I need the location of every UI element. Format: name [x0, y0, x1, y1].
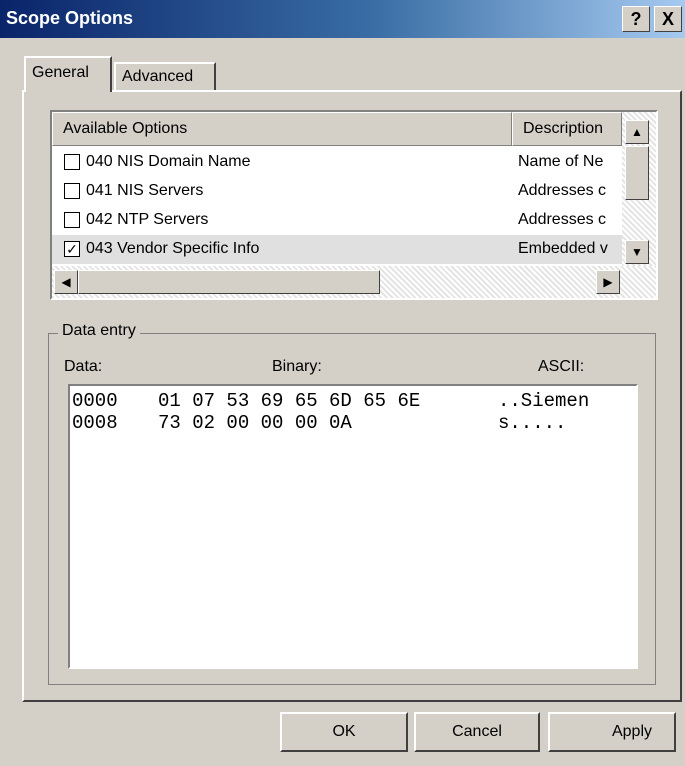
tab-general-label: General [32, 64, 89, 81]
option-description: Addresses c [518, 182, 607, 199]
list-item[interactable]: 040 NIS Domain Name Name of Ne [52, 148, 622, 177]
column-header-description[interactable]: Description [512, 112, 622, 146]
title-bar[interactable]: Scope Options ? X [0, 0, 685, 38]
hex-offset: 0000 [72, 390, 118, 412]
options-list[interactable]: Available Options Description 040 NIS Do… [50, 110, 658, 300]
hex-bytes: 73 02 00 00 00 0A [158, 412, 352, 434]
apply-button[interactable]: Apply [548, 712, 676, 752]
column-header-available-options[interactable]: Available Options [52, 112, 512, 146]
hex-ascii: s..... [498, 412, 567, 434]
data-entry-legend: Data entry [58, 322, 140, 340]
option-name: 040 NIS Domain Name [86, 153, 251, 170]
hex-ascii: ..Siemen [498, 390, 590, 412]
close-icon: X [661, 9, 674, 29]
option-checkbox[interactable] [64, 183, 80, 199]
option-name: 042 NTP Servers [86, 211, 209, 228]
option-description: Embedded v [518, 240, 608, 257]
option-name: 041 NIS Servers [86, 182, 204, 199]
option-description: Addresses c [518, 211, 607, 228]
horizontal-scroll-thumb[interactable] [78, 270, 380, 294]
arrow-left-icon: ◀ [61, 275, 71, 289]
option-checkbox[interactable] [64, 212, 80, 228]
tab-advanced-label: Advanced [122, 68, 194, 85]
hex-bytes: 01 07 53 69 65 6D 65 6E [158, 390, 421, 412]
option-checkbox[interactable] [64, 154, 80, 170]
data-label: Data: [64, 358, 103, 375]
list-item[interactable]: 042 NTP Servers Addresses c [52, 206, 622, 235]
help-icon: ? [630, 9, 642, 29]
ok-button-label: OK [332, 723, 356, 740]
binary-label: Binary: [272, 358, 322, 375]
scroll-left-button[interactable]: ◀ [54, 270, 78, 294]
list-item[interactable]: 041 NIS Servers Addresses c [52, 177, 622, 206]
cancel-button[interactable]: Cancel [414, 712, 540, 752]
scroll-right-button[interactable]: ▶ [596, 270, 620, 294]
ascii-label: ASCII: [538, 358, 585, 375]
window-title: Scope Options [6, 8, 134, 28]
close-button[interactable]: X [654, 6, 682, 32]
list-item[interactable]: ✓ 043 Vendor Specific Info Embedded v [52, 235, 622, 264]
arrow-right-icon: ▶ [603, 275, 613, 289]
tab-advanced[interactable]: Advanced [114, 62, 216, 92]
scroll-down-button[interactable]: ▼ [625, 240, 649, 264]
option-description: Name of Ne [518, 153, 604, 170]
hex-offset: 0008 [72, 412, 118, 434]
arrow-down-icon: ▼ [631, 245, 643, 259]
column-header-label: Available Options [63, 120, 188, 137]
scroll-up-button[interactable]: ▲ [625, 120, 649, 144]
ok-button[interactable]: OK [280, 712, 408, 752]
cancel-button-label: Cancel [452, 723, 502, 740]
arrow-up-icon: ▲ [631, 125, 643, 139]
option-name: 043 Vendor Specific Info [86, 240, 260, 257]
help-button[interactable]: ? [622, 6, 650, 32]
apply-button-label: Apply [611, 723, 653, 740]
column-header-label: Description [523, 120, 604, 137]
hex-editor[interactable]: 0000 01 07 53 69 65 6D 65 6E ..Siemen 00… [68, 384, 638, 669]
option-checkbox[interactable]: ✓ [64, 241, 80, 257]
tab-general[interactable]: General [24, 56, 112, 92]
vertical-scroll-thumb[interactable] [625, 146, 649, 200]
